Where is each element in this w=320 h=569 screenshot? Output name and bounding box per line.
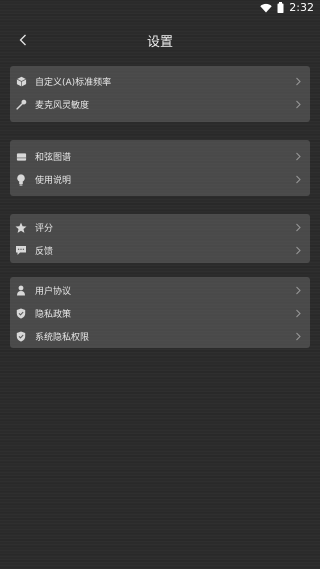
settings-group-help: 和弦图谱 使用说明 (10, 140, 310, 196)
settings-item-label: 用户协议 (35, 287, 72, 297)
chord-chart-icon (13, 149, 29, 165)
chevron-right-icon (296, 309, 301, 318)
chevron-right-icon (296, 77, 301, 86)
settings-item-rate[interactable]: 评分 (10, 216, 310, 239)
settings-item-user-agreement[interactable]: 用户协议 (10, 279, 310, 302)
settings-group-tuning: 自定义(A)标准频率 麦克风灵敏度 (10, 66, 310, 122)
battery-icon (277, 2, 284, 13)
status-bar: 2:32 (0, 0, 320, 18)
chevron-right-icon (296, 100, 301, 109)
microphone-icon (13, 97, 29, 113)
status-time: 2:32 (289, 1, 314, 14)
settings-item-label: 评分 (35, 224, 54, 234)
settings-item-mic-sensitivity[interactable]: 麦克风灵敏度 (10, 93, 310, 116)
status-icons: 2:32 (260, 1, 314, 14)
chevron-right-icon (296, 152, 301, 161)
settings-item-custom-a-frequency[interactable]: 自定义(A)标准频率 (10, 70, 310, 93)
cube-icon (13, 74, 29, 90)
settings-item-privacy-policy[interactable]: 隐私政策 (10, 302, 310, 325)
settings-item-label: 麦克风灵敏度 (35, 101, 90, 111)
shield-icon (13, 329, 29, 345)
settings-item-feedback[interactable]: 反馈 (10, 239, 310, 262)
settings-item-system-privacy-permissions[interactable]: 系统隐私权限 (10, 325, 310, 348)
settings-item-label: 反馈 (35, 247, 54, 257)
chevron-right-icon (296, 175, 301, 184)
wifi-icon (260, 3, 272, 13)
page-title: 设置 (146, 35, 173, 50)
chevron-right-icon (296, 286, 301, 295)
star-icon (13, 220, 29, 236)
settings-item-chord-chart[interactable]: 和弦图谱 (10, 145, 310, 168)
chevron-right-icon (296, 332, 301, 341)
settings-item-label: 使用说明 (35, 176, 72, 186)
settings-item-label: 隐私政策 (35, 310, 72, 320)
chevron-right-icon (296, 246, 301, 255)
shield-icon (13, 306, 29, 322)
chevron-right-icon (296, 223, 301, 232)
chat-icon (13, 243, 29, 259)
settings-group-legal: 用户协议 隐私政策 系统隐私权限 (10, 277, 310, 348)
header: 设置 (0, 26, 320, 54)
settings-item-label: 自定义(A)标准频率 (35, 78, 112, 88)
settings-item-label: 和弦图谱 (35, 153, 72, 163)
user-icon (13, 283, 29, 299)
settings-item-instructions[interactable]: 使用说明 (10, 168, 310, 191)
lightbulb-icon (13, 172, 29, 188)
settings-item-label: 系统隐私权限 (35, 333, 90, 343)
settings-group-feedback: 评分 反馈 (10, 214, 310, 263)
